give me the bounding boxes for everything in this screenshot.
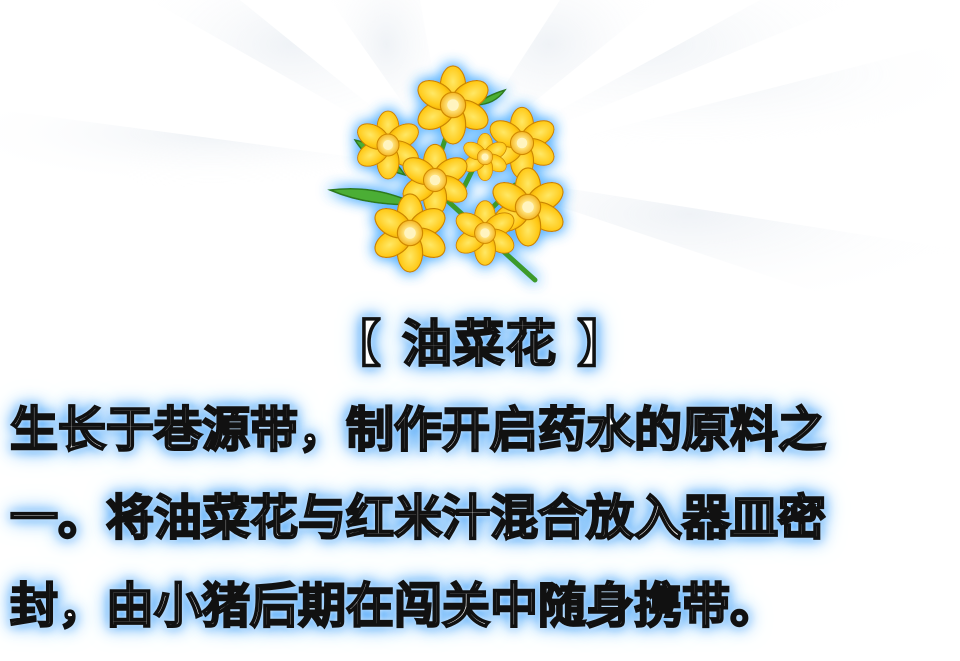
description-line: 生长于巷源带，制作开启药水的原料之 [9,401,827,459]
item-title: 【 油菜花 】 [330,314,630,374]
item-description: 生长于巷源带，制作开启药水的原料之 一。将油菜花与红米汁混合放入器皿密 封，由小… [9,386,955,650]
description-line: 封，由小猪后期在闯关中随身携带。 [9,577,779,635]
description-line: 一。将油菜花与红米汁混合放入器皿密 [9,489,827,547]
item-caption: 【 油菜花 】 生长于巷源带，制作开启药水的原料之 一。将油菜花与红米汁混合放入… [0,0,960,661]
